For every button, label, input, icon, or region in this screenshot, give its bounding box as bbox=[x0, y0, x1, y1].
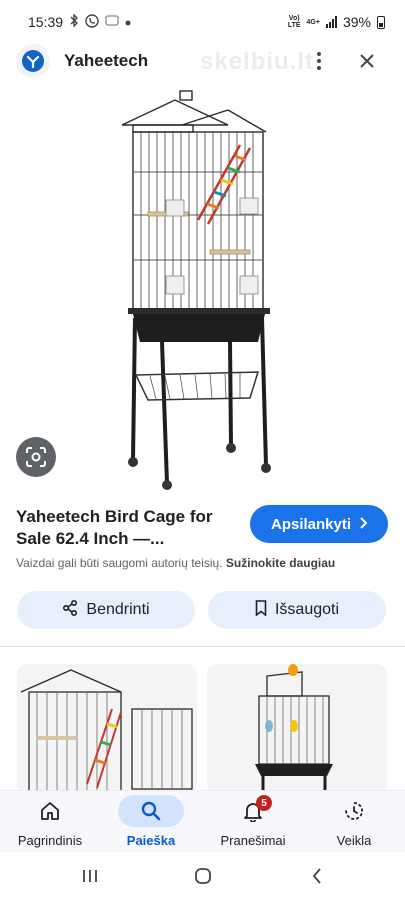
nav-item-notifications[interactable]: 5 Pranešimai bbox=[203, 795, 303, 851]
close-icon[interactable] bbox=[354, 48, 380, 74]
bluetooth-icon bbox=[69, 13, 79, 30]
save-label: Išsaugoti bbox=[274, 601, 340, 618]
related-image-2[interactable] bbox=[207, 664, 387, 794]
message-icon bbox=[105, 14, 119, 30]
result-image[interactable] bbox=[0, 80, 405, 495]
nav-item-activity[interactable]: Veikla bbox=[304, 795, 404, 851]
bookmark-icon bbox=[255, 599, 267, 621]
share-label: Bendrinti bbox=[86, 601, 150, 618]
save-button[interactable]: Išsaugoti bbox=[208, 591, 386, 629]
nav-label-search: Paieška bbox=[126, 833, 176, 848]
nav-label-home: Pagrindinis bbox=[17, 833, 83, 848]
nav-label-activity: Veikla bbox=[336, 833, 372, 848]
result-title[interactable]: Yaheetech Bird Cage for Sale 62.4 Inch —… bbox=[16, 506, 241, 550]
lens-button[interactable] bbox=[16, 437, 56, 477]
recents-icon[interactable] bbox=[75, 864, 105, 888]
home-icon bbox=[17, 795, 83, 827]
related-image-1[interactable] bbox=[17, 664, 197, 794]
visit-label: Apsilankyti bbox=[270, 515, 352, 533]
network-type: 4G+ bbox=[306, 18, 320, 26]
bell-icon: 5 bbox=[220, 795, 286, 827]
site-name[interactable]: Yaheetech bbox=[64, 51, 148, 71]
nav-label-notifications: Pranešimai bbox=[220, 833, 286, 848]
volte-indicator: Vo) LTE bbox=[287, 15, 301, 29]
back-icon[interactable] bbox=[302, 864, 332, 888]
search-icon bbox=[118, 795, 184, 827]
signal-icon bbox=[325, 16, 337, 28]
nav-item-search[interactable]: Paieška bbox=[101, 795, 201, 851]
bottom-nav: Pagrindinis Paieška 5 Pranešimai Veikla bbox=[0, 790, 405, 852]
learn-more-link[interactable]: Sužinokite daugiau bbox=[226, 556, 335, 570]
battery-icon bbox=[377, 15, 385, 29]
dot-icon bbox=[125, 15, 131, 29]
more-vert-icon[interactable] bbox=[306, 48, 332, 74]
watermark: skelbiu.lt bbox=[200, 48, 315, 75]
notification-badge: 5 bbox=[256, 795, 272, 811]
divider bbox=[0, 646, 405, 647]
share-icon bbox=[62, 599, 78, 621]
status-bar: 15:39 Vo) LTE 4G+ 39% bbox=[0, 0, 405, 44]
lens-icon bbox=[26, 447, 46, 467]
system-nav-bar bbox=[0, 852, 405, 900]
source-header: Yaheetech skelbiu.lt bbox=[0, 44, 405, 78]
status-time: 15:39 bbox=[28, 14, 64, 30]
share-button[interactable]: Bendrinti bbox=[17, 591, 195, 629]
battery-percent: 39% bbox=[342, 14, 371, 30]
copyright-text: Vaizdai gali būti saugomi autorių teisių… bbox=[16, 556, 223, 570]
nav-item-home[interactable]: Pagrindinis bbox=[0, 795, 100, 851]
activity-icon bbox=[321, 795, 387, 827]
home-button-icon[interactable] bbox=[188, 864, 218, 888]
chevron-right-icon bbox=[359, 516, 368, 533]
copyright-notice: Vaizdai gali būti saugomi autorių teisių… bbox=[16, 556, 335, 570]
viber-icon bbox=[85, 13, 99, 31]
site-logo bbox=[16, 44, 50, 78]
visit-button[interactable]: Apsilankyti bbox=[250, 505, 388, 543]
